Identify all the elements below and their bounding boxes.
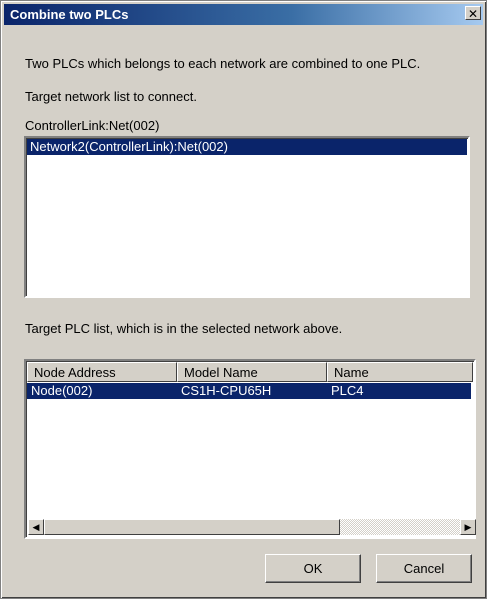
combine-plcs-dialog: Combine two PLCs ✕ Two PLCs which belong… [0,0,487,599]
column-header-model-name[interactable]: Model Name [177,362,327,382]
arrow-left-icon: ◀ [32,522,40,532]
scroll-left-button[interactable]: ◀ [28,519,44,535]
network-item-label: Network2(ControllerLink):Net(002) [30,139,228,154]
table-row[interactable]: Node(002) CS1H-CPU65H PLC4 [27,383,471,399]
horizontal-scrollbar[interactable]: ◀ ▶ [28,519,476,535]
scroll-right-button[interactable]: ▶ [460,519,476,535]
network-list-label: Target network list to connect. [25,89,197,104]
cell-name: PLC4 [331,383,364,398]
arrow-right-icon: ▶ [464,522,472,532]
ok-button[interactable]: OK [265,554,361,583]
description-text: Two PLCs which belongs to each network a… [25,56,421,71]
scrollbar-thumb[interactable] [44,519,340,535]
network-list-item[interactable]: Network2(ControllerLink):Net(002) [27,139,467,155]
column-header-name[interactable]: Name [327,362,473,382]
window-title: Combine two PLCs [10,7,129,22]
close-button[interactable]: ✕ [465,6,481,21]
title-bar[interactable]: Combine two PLCs ✕ [4,4,483,25]
current-network-label: ControllerLink:Net(002) [25,118,160,133]
plc-list-header: Node Address Model Name Name [27,362,473,382]
plc-list[interactable]: Node Address Model Name Name Node(002) C… [24,359,476,539]
network-list[interactable]: Network2(ControllerLink):Net(002) [24,136,470,298]
column-header-node-address[interactable]: Node Address [27,362,177,382]
close-icon: ✕ [467,7,479,21]
cell-node-address: Node(002) [31,383,93,398]
plc-list-label: Target PLC list, which is in the selecte… [25,321,343,336]
cell-model-name: CS1H-CPU65H [181,383,272,398]
cancel-button[interactable]: Cancel [376,554,472,583]
